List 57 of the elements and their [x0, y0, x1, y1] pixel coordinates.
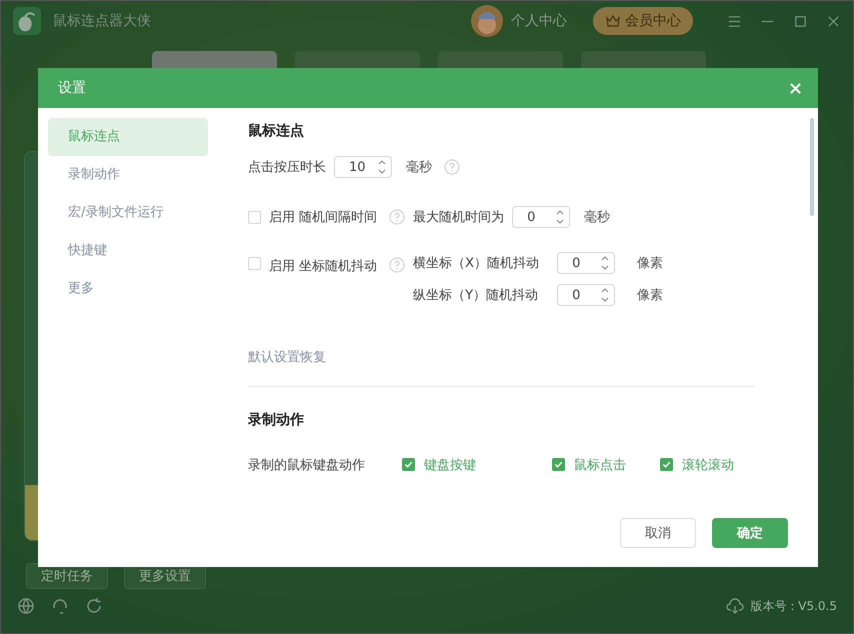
number-field[interactable]: 0	[557, 284, 616, 306]
number-field[interactable]: 10	[334, 156, 392, 178]
close-icon[interactable]	[789, 82, 802, 94]
spinner-icon[interactable]	[556, 209, 564, 225]
checkbox-label: 启用 随机间隔时间	[269, 209, 378, 226]
avatar-icon	[471, 5, 503, 37]
help-icon[interactable]	[389, 209, 406, 225]
profile-link[interactable]: 个人中心	[511, 12, 567, 30]
checkbox-label: 鼠标点击	[574, 456, 626, 474]
checkbox-label: 滚轮滚动	[682, 456, 734, 474]
field-label: 点击按压时长	[248, 159, 326, 176]
nav-item[interactable]: 宏/录制文件运行	[48, 194, 208, 232]
nav-item[interactable]: 快捷键	[48, 232, 208, 270]
number-field[interactable]: 0	[512, 206, 570, 228]
spinner-icon[interactable]	[378, 159, 386, 175]
section-heading: 录制动作	[248, 411, 305, 429]
help-icon[interactable]	[389, 257, 406, 273]
dialog-title: 设置	[58, 79, 87, 97]
number-field[interactable]: 0	[557, 252, 616, 274]
field-label: 录制的鼠标键盘动作	[248, 457, 366, 474]
unit-label: 毫秒	[406, 159, 432, 176]
section-heading: 鼠标连点	[248, 122, 305, 140]
field-label: 纵坐标（Y）随机抖动	[413, 287, 540, 304]
checkbox-label: 启用 坐标随机抖动	[269, 258, 378, 275]
maximize-icon[interactable]	[793, 14, 808, 28]
field-label: 横坐标（X）随机抖动	[413, 255, 540, 272]
spinner-icon[interactable]	[601, 287, 610, 303]
field-label: 最大随机时间为	[413, 209, 504, 226]
nav-item[interactable]: 鼠标连点	[48, 118, 208, 156]
scrollbar[interactable]	[810, 118, 814, 216]
unit-label: 像素	[637, 287, 664, 304]
version-label: 版本号：V5.0.5	[750, 598, 837, 614]
checkbox[interactable]	[660, 458, 673, 471]
vip-button[interactable]: 会员中心	[593, 7, 693, 35]
checkbox-label: 键盘按键	[424, 456, 476, 474]
help-icon[interactable]	[444, 159, 460, 175]
menu-icon[interactable]	[727, 14, 742, 28]
checkbox[interactable]	[402, 458, 415, 471]
cloud-download-icon[interactable]	[726, 597, 744, 615]
checkbox[interactable]	[552, 458, 565, 471]
cancel-button[interactable]: 取消	[620, 518, 696, 548]
nav-item[interactable]: 录制动作	[48, 156, 208, 194]
checkbox[interactable]	[248, 257, 261, 270]
mouse-logo-icon	[13, 7, 41, 35]
unit-label: 毫秒	[584, 209, 610, 226]
close-icon[interactable]	[826, 14, 841, 28]
globe-icon[interactable]	[17, 597, 35, 615]
reset-link[interactable]: 默认设置恢复	[248, 350, 326, 365]
app-title: 鼠标连点器大侠	[53, 12, 151, 30]
refresh-icon[interactable]	[85, 597, 103, 615]
confirm-button[interactable]: 确定	[712, 518, 788, 548]
crown-icon	[605, 13, 621, 29]
nav-item[interactable]: 更多	[48, 270, 208, 308]
checkbox[interactable]	[248, 210, 261, 224]
unit-label: 像素	[637, 255, 664, 272]
spinner-icon[interactable]	[601, 255, 610, 271]
headset-icon[interactable]	[51, 597, 69, 615]
